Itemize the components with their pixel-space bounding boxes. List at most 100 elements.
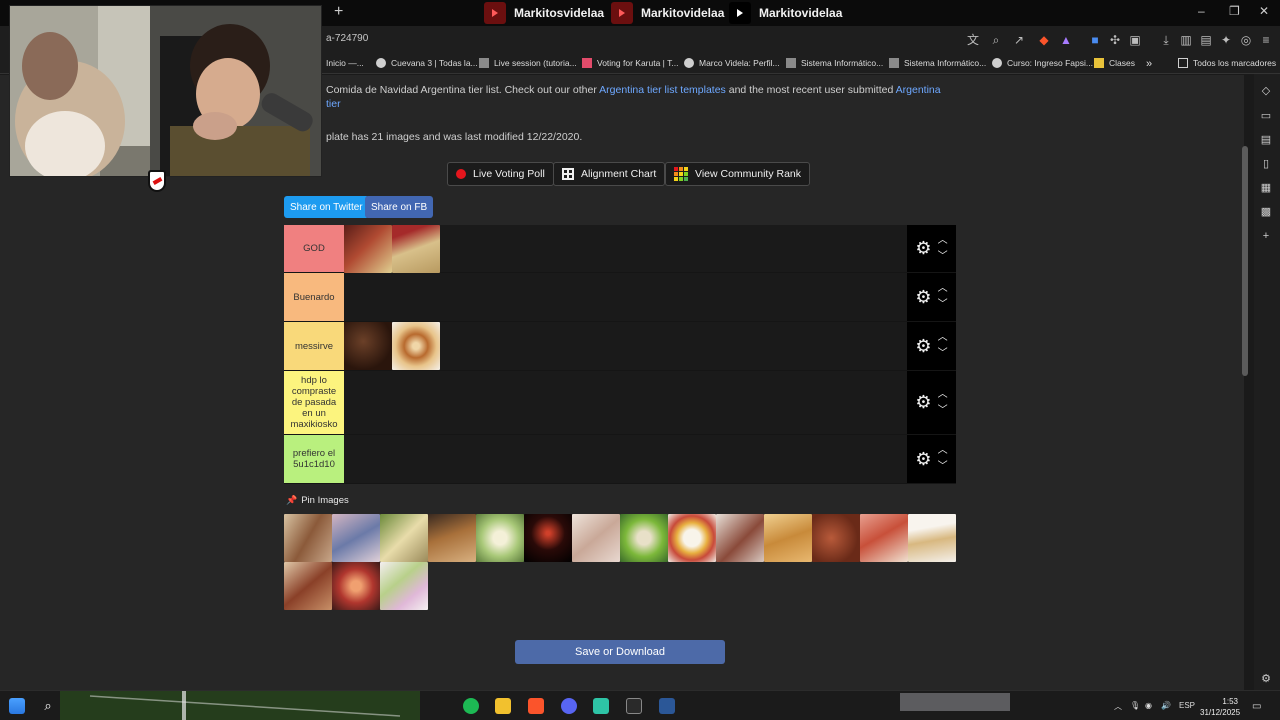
sidebar-icon[interactable]: ▥ [1178,32,1194,48]
bookmark-item[interactable]: Curso: Ingreso Fapsi... [992,58,1093,68]
tier-items[interactable] [344,322,907,370]
language-indicator[interactable]: ESP [1179,701,1195,710]
food-image[interactable] [620,514,668,562]
tier-label[interactable]: prefiero el 5u1c1d10 [284,435,344,483]
food-image[interactable] [344,225,392,273]
chevron-up-icon[interactable]: ︿ [938,281,948,297]
template-link[interactable]: Argentina tier list templates [599,84,726,96]
bookmark-item[interactable]: Sistema Informático... [889,58,986,68]
food-image[interactable] [428,514,476,562]
bookmark-item[interactable]: Marco Videla: Perfil... [684,58,780,68]
leo-icon[interactable]: ✦ [1218,32,1234,48]
url-field[interactable]: a-724790 [326,33,368,44]
food-image[interactable] [812,514,860,562]
new-tab-button[interactable]: + [334,3,343,21]
tab-3[interactable]: Markitovidelaa [723,0,842,26]
view-community-rank-button[interactable]: View Community Rank [665,162,811,186]
bookmark-item[interactable]: Sistema Informático... [786,58,883,68]
food-image[interactable] [344,322,392,370]
settings-icon[interactable]: ⚙ [1259,672,1273,686]
chevron-up-icon[interactable]: ︿ [938,233,948,249]
leo-icon[interactable]: ◇ [1259,84,1273,98]
extension-icon[interactable]: ■ [1087,32,1103,48]
bookmark-item[interactable]: Live session (tutoria... [479,58,577,68]
share-icon[interactable]: ↗ [1011,32,1027,48]
tier-label[interactable]: Buenardo [284,273,344,321]
live-voting-poll-button[interactable]: Live Voting Poll [447,162,554,186]
brave-shield-icon[interactable]: ◆ [1036,32,1052,48]
food-image[interactable] [764,514,812,562]
zoom-icon[interactable]: ⌕ [988,32,1004,48]
food-image[interactable] [332,514,380,562]
gear-icon[interactable]: ⚙ [915,336,931,357]
food-image[interactable] [908,514,956,562]
puzzle-icon[interactable]: ✣ [1107,32,1123,48]
network-icon[interactable]: ◉ [1145,701,1152,710]
bookmark-all[interactable]: Todos los marcadores [1178,58,1276,68]
food-image[interactable] [284,562,332,610]
tab-2[interactable]: Markitovidelaa [605,0,724,26]
volume-icon[interactable]: 🔊 [1161,701,1171,710]
food-image[interactable] [572,514,620,562]
alignment-chart-button[interactable]: Alignment Chart [553,162,666,186]
reading-list-icon[interactable]: ▦ [1259,181,1273,195]
app-icon[interactable] [593,698,609,714]
word-icon[interactable] [659,698,675,714]
bookmark-icon[interactable]: ▯ [1259,157,1273,171]
tier-items[interactable] [344,225,907,273]
windows-start-icon[interactable] [9,698,25,714]
search-icon[interactable]: ⌕ [40,698,56,714]
food-image[interactable] [476,514,524,562]
bookmark-item[interactable]: Inicio —... [326,58,364,68]
food-image[interactable] [392,322,440,370]
brave-icon[interactable] [528,698,544,714]
tv-icon[interactable]: ▭ [1259,109,1273,123]
rewards-icon[interactable]: ▲ [1058,32,1074,48]
gear-icon[interactable]: ⚙ [915,449,931,470]
vpn-icon[interactable]: ◎ [1238,32,1254,48]
chevron-down-icon[interactable]: ﹀ [938,346,948,362]
tray-chevron-icon[interactable]: ︿ [1114,701,1122,712]
food-image[interactable] [380,514,428,562]
tier-label[interactable]: messirve [284,322,344,370]
more-bookmarks-icon[interactable]: » [1146,58,1152,70]
history-icon[interactable]: ▩ [1259,205,1273,219]
save-or-download-button[interactable]: Save or Download [515,640,725,664]
add-panel-icon[interactable]: + [1259,229,1273,243]
spotify-icon[interactable] [463,698,479,714]
chevron-down-icon[interactable]: ﹀ [938,249,948,265]
food-image[interactable] [668,514,716,562]
bookmark-item[interactable]: Cuevana 3 | Todas la... [376,58,478,68]
tier-items[interactable] [344,273,907,321]
restore-icon[interactable]: ❐ [1229,4,1240,18]
epic-games-icon[interactable] [626,698,642,714]
wallet-icon[interactable]: ▤ [1259,133,1273,147]
food-image[interactable] [392,225,440,273]
gear-icon[interactable]: ⚙ [915,287,931,308]
share-twitter-button[interactable]: Share on Twitter [284,196,369,218]
food-image[interactable] [524,514,572,562]
tab-1[interactable]: Markitosvidelaa [478,0,604,26]
file-explorer-icon[interactable] [495,698,511,714]
tier-label[interactable]: hdp lo compraste de pasada en un maxikio… [284,371,344,434]
gear-icon[interactable]: ⚙ [915,238,931,259]
food-image[interactable] [716,514,764,562]
bookmark-item[interactable]: Clases [1094,58,1135,68]
screenshot-icon[interactable]: ▣ [1127,32,1143,48]
tier-items[interactable] [344,435,907,483]
food-image[interactable] [860,514,908,562]
food-image[interactable] [284,514,332,562]
tier-label[interactable]: GOD [284,225,344,272]
pin-images-toggle[interactable]: 📌 Pin Images [286,495,349,506]
menu-icon[interactable]: ≡ [1258,32,1274,48]
chevron-up-icon[interactable]: ︿ [938,330,948,346]
chevron-down-icon[interactable]: ﹀ [938,403,948,419]
gear-icon[interactable]: ⚙ [915,392,931,413]
close-icon[interactable]: ✕ [1259,4,1269,18]
wallet-icon[interactable]: ▤ [1198,32,1214,48]
food-image[interactable] [332,562,380,610]
chevron-up-icon[interactable]: ︿ [938,443,948,459]
food-image[interactable] [380,562,428,610]
chevron-down-icon[interactable]: ﹀ [938,297,948,313]
notification-icon[interactable]: ▭ [1252,701,1261,712]
